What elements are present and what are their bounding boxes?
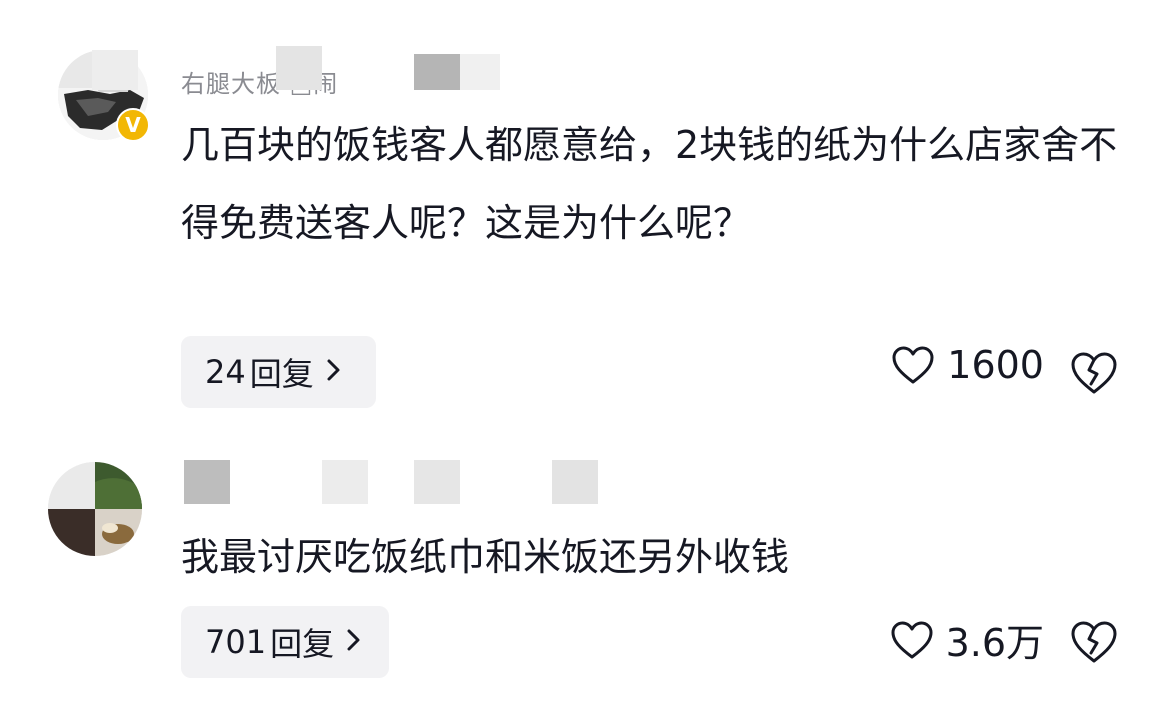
like-button[interactable]: 3.6万: [890, 612, 1044, 667]
heart-outline-icon: [891, 621, 933, 658]
avatar-mosaic: [92, 50, 138, 90]
reply-label: 回复: [249, 355, 314, 393]
username-mosaic: [414, 460, 460, 504]
username-mosaic: [414, 54, 460, 90]
username-mosaic: [552, 460, 598, 504]
like-count: 3.6万: [945, 621, 1044, 665]
chevron-right-icon: [346, 625, 362, 660]
heart-outline-icon: [892, 346, 934, 384]
broken-heart-icon[interactable]: [1070, 349, 1118, 397]
view-replies-button[interactable]: 24 回复: [181, 336, 376, 408]
reply-count: 24: [205, 353, 246, 391]
broken-heart-icon[interactable]: [1070, 618, 1118, 666]
username-mosaic: [322, 460, 368, 504]
comment-item: V 右腿大板 □闹 几百块的饭钱客人都愿意给，2块钱的纸为什么店家舍不得免费送客…: [0, 0, 1170, 430]
comment-item: 我最讨厌吃饭纸巾和米饭还另外收钱 701 回复 3.6万: [0, 440, 1170, 721]
username-mosaic: [276, 46, 322, 90]
reply-count: 701: [205, 623, 267, 661]
chevron-right-icon: [326, 355, 342, 390]
username-mosaic: [184, 460, 230, 504]
view-replies-button[interactable]: 701 回复: [181, 606, 389, 678]
username-mosaic: [460, 54, 500, 90]
comment-text: 我最讨厌吃饭纸巾和米饭还另外收钱: [181, 535, 790, 579]
comment-text: 几百块的饭钱客人都愿意给，2块钱的纸为什么店家舍不得免费送客人呢？这是为什么呢？: [181, 123, 1118, 245]
like-count: 1600: [947, 343, 1044, 387]
reply-label: 回复: [270, 625, 335, 663]
like-button[interactable]: 1600: [891, 343, 1044, 387]
avatar[interactable]: [48, 462, 142, 556]
verified-badge-icon: V: [116, 108, 150, 142]
